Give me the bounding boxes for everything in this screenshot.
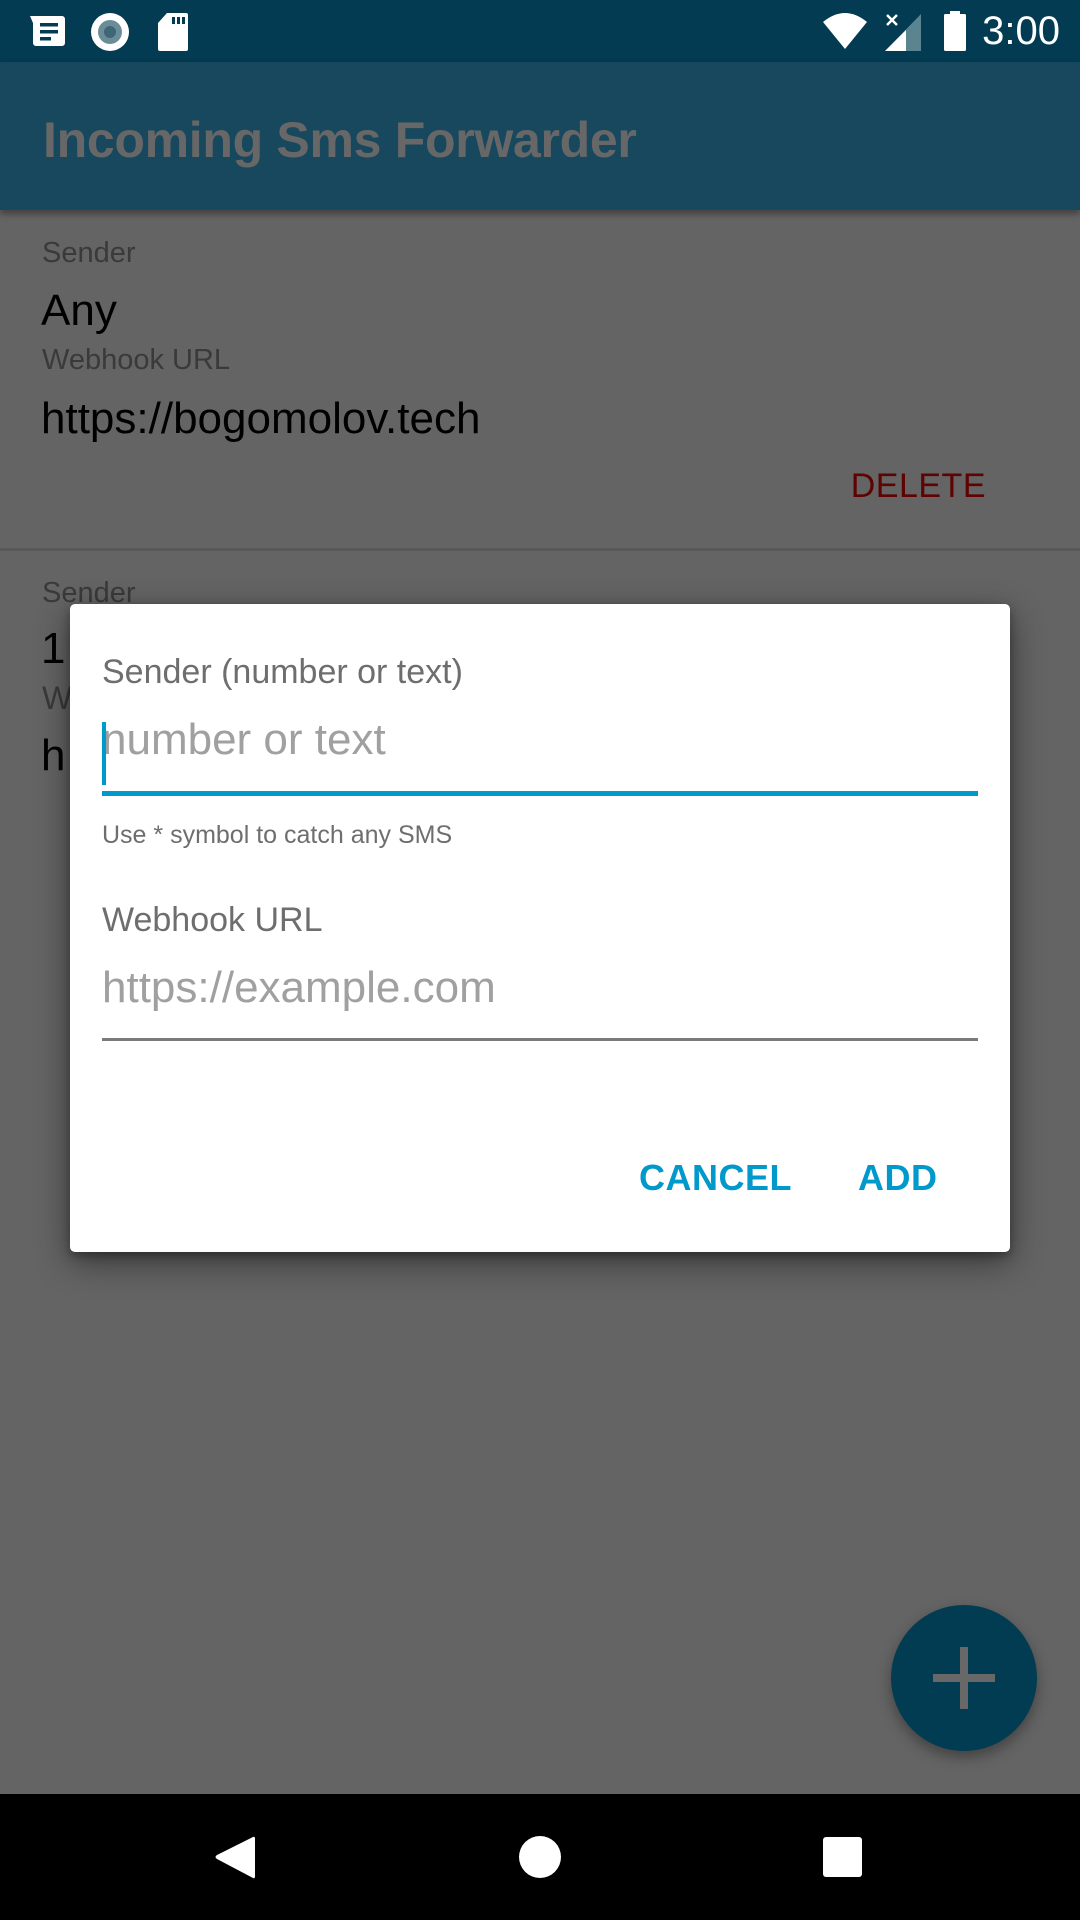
sender-helper-text: Use * symbol to catch any SMS	[102, 821, 453, 849]
webhook-url-field-label: Webhook URL	[102, 901, 323, 939]
recents-button[interactable]	[803, 1824, 883, 1890]
back-icon	[215, 1836, 255, 1879]
sender-label: Sender	[42, 237, 136, 269]
home-button[interactable]	[500, 1824, 580, 1890]
sender-field-label: Sender (number or text)	[102, 653, 463, 691]
back-button[interactable]	[195, 1824, 275, 1890]
navigation-bar	[0, 1794, 1080, 1920]
cell-signal-no-data-icon	[884, 12, 922, 57]
add-rule-fab[interactable]	[891, 1605, 1037, 1751]
recents-icon	[823, 1837, 862, 1877]
text-cursor	[102, 722, 106, 785]
webhook-url-label: W	[42, 680, 73, 716]
sender-value: Any	[41, 286, 117, 335]
messages-notification-icon	[28, 14, 66, 53]
status-bar: 3:00	[0, 0, 1080, 62]
sender-input-underline	[102, 791, 978, 796]
clock: 3:00	[982, 9, 1060, 53]
webhook-url-value: https://bogomolov.tech	[41, 394, 481, 443]
add-button[interactable]: ADD	[858, 1157, 938, 1199]
webhook-url-input[interactable]	[102, 958, 978, 1018]
app-bar: Incoming Sms Forwarder	[0, 62, 1080, 210]
sd-card-icon	[157, 12, 189, 57]
record-notification-icon	[90, 12, 130, 57]
app-title: Incoming Sms Forwarder	[43, 112, 637, 168]
sender-input[interactable]	[102, 710, 978, 770]
list-item: Sender Any Webhook URL https://bogomolov…	[0, 210, 1080, 550]
cancel-button[interactable]: CANCEL	[639, 1157, 792, 1199]
webhook-url-input-underline	[102, 1038, 978, 1041]
webhook-url-value: h	[41, 731, 66, 780]
home-icon	[519, 1836, 561, 1878]
sender-value: 1	[41, 624, 66, 673]
wifi-icon	[822, 12, 868, 55]
battery-icon	[943, 11, 967, 56]
add-rule-dialog: Sender (number or text) Use * symbol to …	[70, 604, 1010, 1252]
delete-button[interactable]: DELETE	[851, 466, 986, 506]
webhook-url-label: Webhook URL	[42, 344, 231, 376]
